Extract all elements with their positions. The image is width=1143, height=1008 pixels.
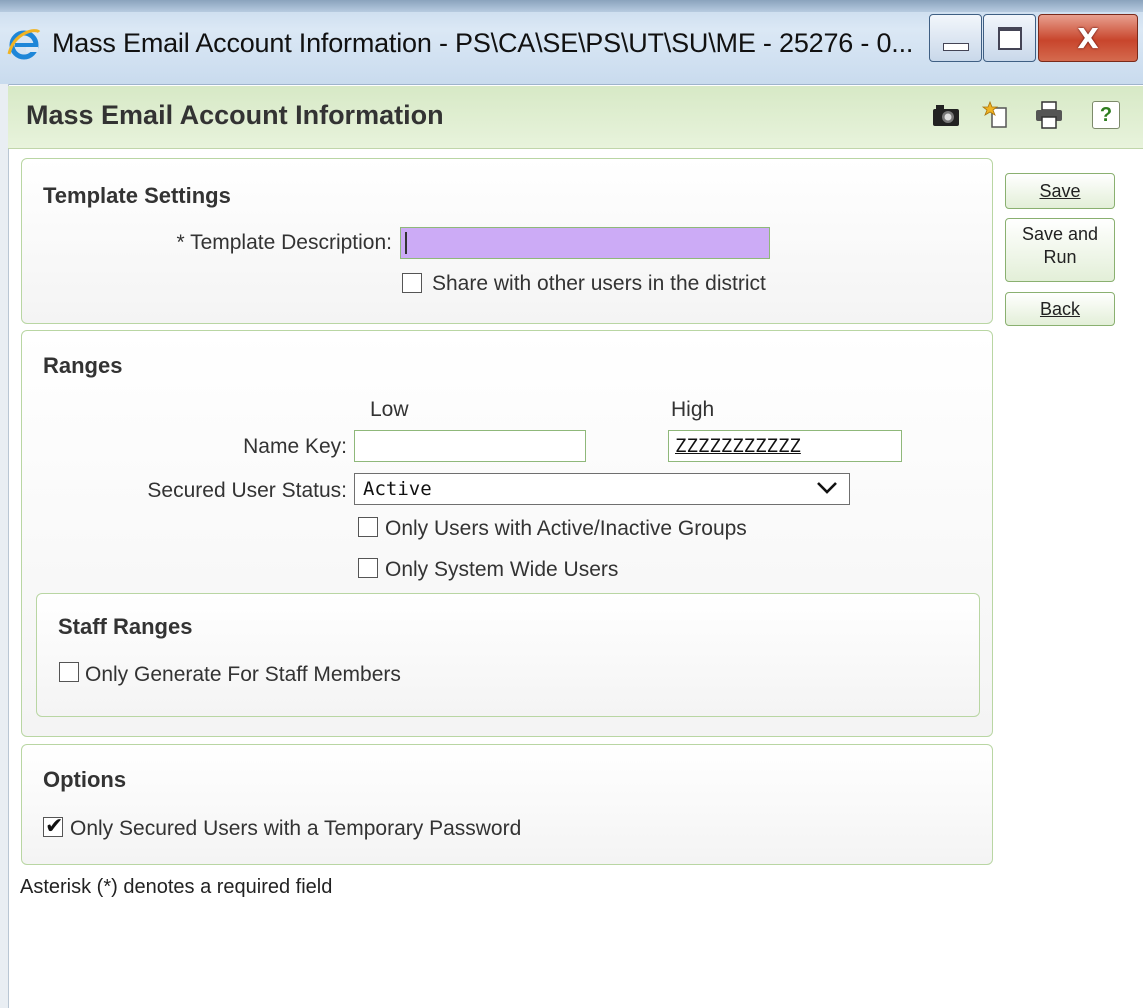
internet-explorer-icon [7,29,41,60]
staff-only-label: Only Generate For Staff Members [85,663,401,686]
window-left-border [0,84,9,1008]
name-key-high-input[interactable]: ZZZZZZZZZZZ [668,430,902,462]
page-header: Mass Email Account Information ? [8,86,1143,149]
maximize-icon [997,26,1022,50]
help-icon-label: ? [1092,101,1120,129]
temp-password-label: Only Secured Users with a Temporary Pass… [70,817,522,840]
minimize-button[interactable] [929,14,982,62]
template-settings-panel: Template Settings * Template Description… [21,158,993,324]
camera-icon[interactable] [930,100,962,130]
print-icon[interactable] [1033,100,1065,130]
required-field-footnote: Asterisk (*) denotes a required field [20,876,333,898]
share-label: Share with other users in the district [432,272,766,295]
help-icon[interactable]: ? [1090,100,1122,130]
window-titlebar: Mass Email Account Information - PS\CA\S… [0,0,1143,85]
titlebar-top-strip [0,0,1143,12]
name-key-low-input[interactable] [354,430,586,462]
chevron-down-icon [817,482,837,494]
name-key-high-value: ZZZZZZZZZZZ [675,435,801,457]
name-key-label: Name Key: [243,435,347,458]
save-and-run-button[interactable]: Save and Run [1005,218,1115,282]
save-label: Save [1039,181,1081,201]
system-wide-label: Only System Wide Users [385,558,619,581]
staff-ranges-panel: Staff Ranges Only Generate For Staff Mem… [36,593,980,717]
text-cursor [405,232,407,254]
secured-user-status-label: Secured User Status: [147,479,347,502]
staff-ranges-title: Staff Ranges [58,614,193,639]
close-icon: X [1077,21,1099,55]
window-title: Mass Email Account Information - PS\CA\S… [52,28,914,58]
new-page-icon[interactable] [980,100,1012,130]
maximize-button[interactable] [983,14,1036,62]
secured-user-status-value: Active [363,478,432,500]
template-settings-title: Template Settings [43,183,231,208]
save-and-run-label-line1: Save and [1021,224,1099,244]
back-button[interactable]: Back [1005,292,1115,326]
temp-password-checkbox[interactable]: ✔ [43,814,64,839]
active-groups-label: Only Users with Active/Inactive Groups [385,517,747,540]
staff-only-checkbox[interactable] [59,662,79,682]
share-checkbox[interactable] [402,273,422,293]
template-description-label: * Template Description: [176,231,392,254]
high-column-header: High [671,398,715,421]
options-title: Options [43,767,127,792]
ranges-title: Ranges [43,353,123,378]
minimize-icon [942,43,969,51]
checkmark-icon: ✔ [45,814,64,839]
system-wide-checkbox[interactable] [358,558,378,578]
low-column-header: Low [370,398,409,421]
save-and-run-label-line2: Run [1043,247,1077,267]
options-panel: Options ✔ Only Secured Users with a Temp… [21,744,993,865]
active-groups-checkbox[interactable] [358,517,378,537]
back-label: Back [1039,299,1081,319]
template-description-input[interactable] [400,227,770,259]
page-title: Mass Email Account Information [26,100,444,130]
close-button[interactable]: X [1038,14,1138,62]
secured-user-status-select[interactable]: Active [354,473,850,505]
ranges-panel: Ranges Low High Name Key: ZZZZZZZZZZZ Se… [21,330,993,737]
save-button[interactable]: Save [1005,173,1115,209]
